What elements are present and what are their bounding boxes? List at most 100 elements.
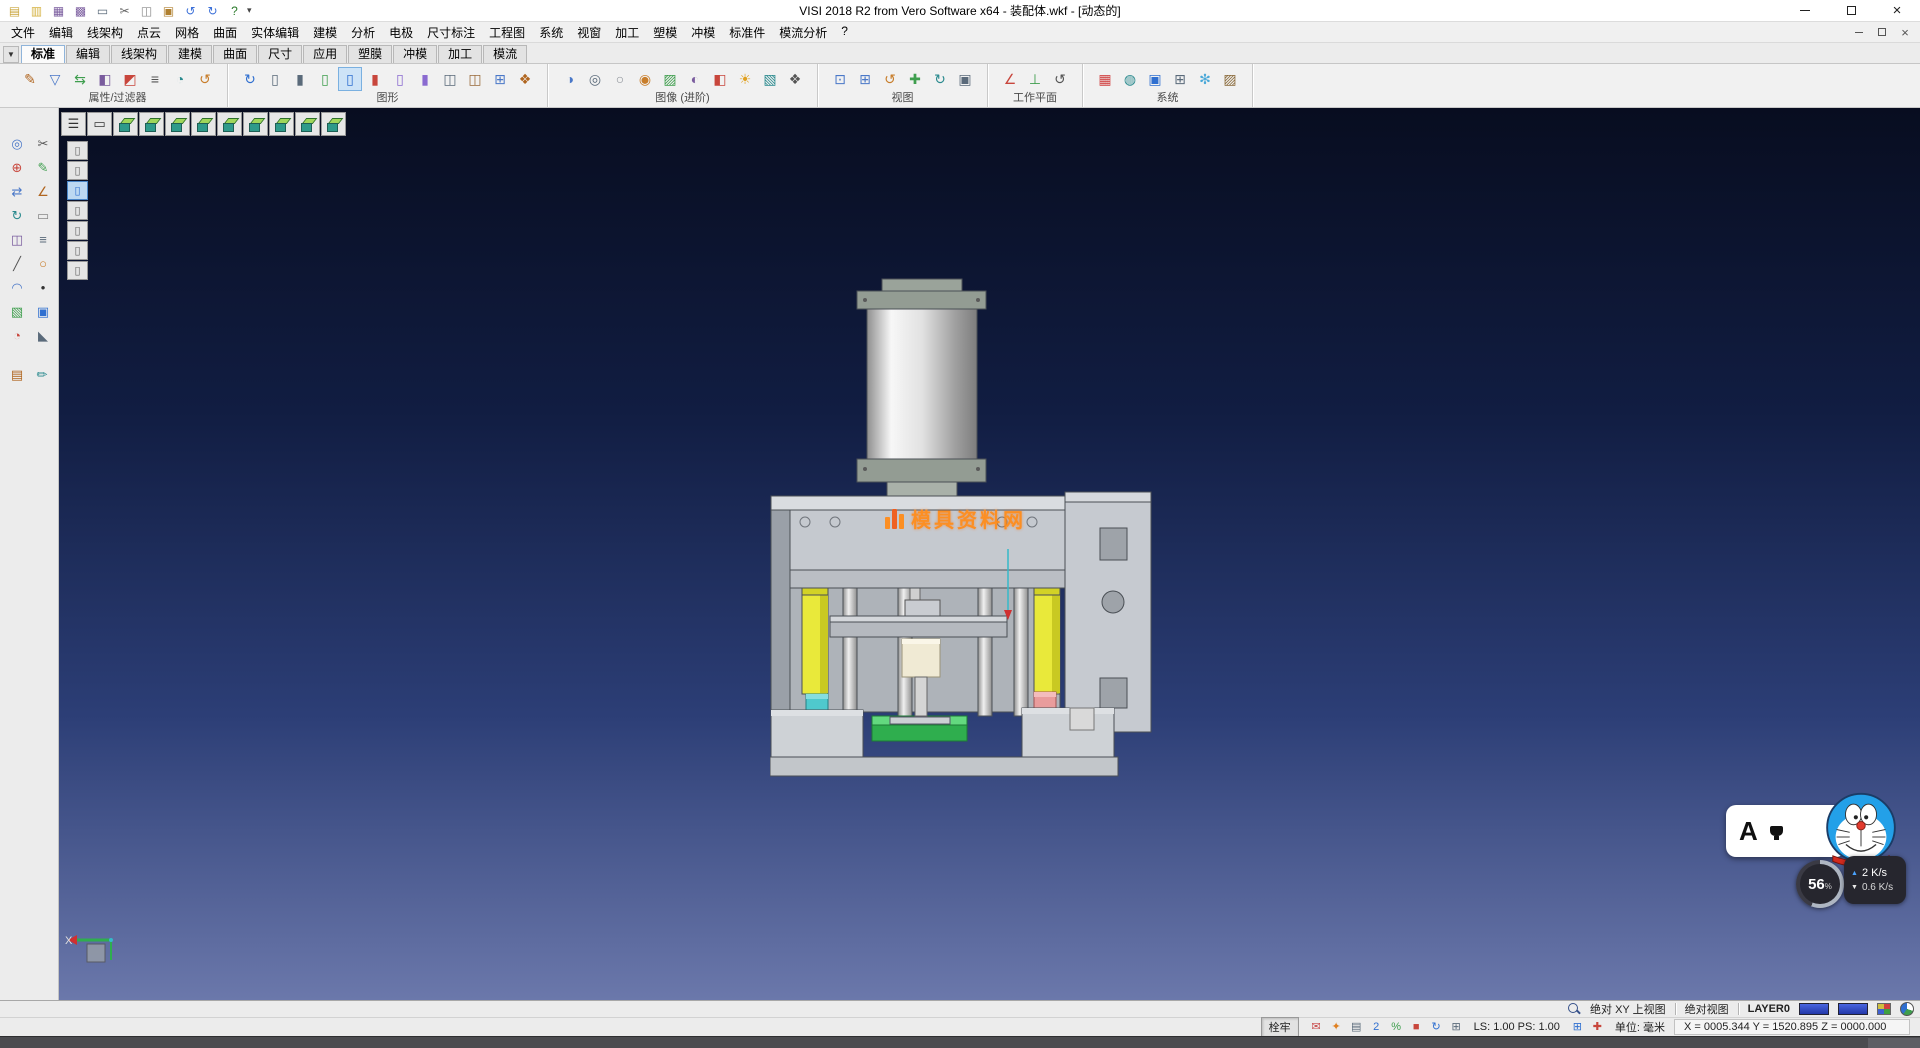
layer-manager-icon[interactable]: ◧ <box>93 67 117 91</box>
blank-entity-icon[interactable]: ▯ <box>388 67 412 91</box>
layer-panel-icon[interactable]: ▤ <box>5 363 29 386</box>
isolate-entity-icon[interactable]: ▯ <box>338 67 362 91</box>
side-tool-icon[interactable]: ▯ <box>67 261 88 280</box>
view-orientation-label[interactable]: 绝对 XY 上视图 <box>1590 1001 1666 1017</box>
undo-icon[interactable]: ↺ <box>181 2 200 20</box>
iso-back-view-icon[interactable] <box>139 112 164 136</box>
mirror-icon[interactable]: ◫ <box>5 228 29 251</box>
zoom-window-icon[interactable]: ⊞ <box>853 67 877 91</box>
rotate-view-icon[interactable]: ↻ <box>928 67 952 91</box>
reset-filter-icon[interactable]: ↺ <box>193 67 217 91</box>
move-icon[interactable]: ⇄ <box>5 180 29 203</box>
hidden-line-mode-icon[interactable]: ○ <box>608 67 632 91</box>
layer-color-swatch[interactable] <box>1799 1003 1829 1015</box>
monitor-icon[interactable]: ▣ <box>1143 67 1167 91</box>
help-icon[interactable]: ? <box>225 2 244 20</box>
erase-icon[interactable]: ▭ <box>31 204 55 227</box>
sync-icon[interactable]: ↻ <box>1428 1019 1445 1035</box>
side-tool-icon[interactable]: ▯ <box>67 141 88 160</box>
side-tool-icon[interactable]: ▯ <box>67 201 88 220</box>
linetype-icon[interactable]: ≡ <box>143 67 167 91</box>
arc-icon[interactable]: ◠ <box>5 276 29 299</box>
percent-icon[interactable]: % <box>1388 1019 1405 1035</box>
close-button[interactable]: × <box>1874 0 1920 21</box>
trim-icon[interactable]: ✂ <box>31 132 55 155</box>
surface-icon[interactable]: ▧ <box>5 300 29 323</box>
color-mode-icon[interactable] <box>1877 1003 1891 1015</box>
search-icon[interactable] <box>1567 1002 1581 1016</box>
fillet-icon[interactable]: ◔ <box>5 324 29 347</box>
line-icon[interactable]: ╱ <box>5 252 29 275</box>
display-settings-icon[interactable]: ❖ <box>513 67 537 91</box>
zoom-icon[interactable]: ◎ <box>5 132 29 155</box>
print-icon[interactable]: ▭ <box>93 2 112 20</box>
texture-mode-icon[interactable]: ▨ <box>658 67 682 91</box>
grid-icon[interactable]: ⊞ <box>1569 1019 1586 1035</box>
new-file-icon[interactable]: ▤ <box>5 2 24 20</box>
globe-icon[interactable]: ◍ <box>1118 67 1142 91</box>
axis-toggle-icon[interactable]: ✚ <box>1589 1019 1606 1035</box>
zoom-fit-icon[interactable]: ⊡ <box>828 67 852 91</box>
grid-toggle-icon[interactable]: ⊞ <box>1448 1019 1465 1035</box>
zoom-previous-icon[interactable]: ↺ <box>878 67 902 91</box>
show-all-icon[interactable]: ▯ <box>263 67 287 91</box>
redo-icon[interactable]: ↻ <box>203 2 222 20</box>
open-file-icon[interactable]: ▥ <box>27 2 46 20</box>
pan-icon[interactable]: ✚ <box>903 67 927 91</box>
back-view-icon[interactable] <box>243 112 268 136</box>
wireframe-mode-icon[interactable]: ◎ <box>583 67 607 91</box>
copy-icon[interactable]: ◫ <box>137 2 156 20</box>
percent-gauge[interactable]: 56 % <box>1796 860 1844 908</box>
active-layer-label[interactable]: LAYER0 <box>1748 1003 1790 1015</box>
help-badge-icon[interactable]: 2 <box>1368 1019 1385 1035</box>
doc-close-button[interactable]: × <box>1895 24 1915 40</box>
annotate-icon[interactable]: ✏ <box>30 363 54 386</box>
viewport-single-icon[interactable]: ▭ <box>87 112 112 136</box>
view-options-icon[interactable]: ▣ <box>953 67 977 91</box>
doc-minimize-button[interactable] <box>1849 24 1869 40</box>
grid-settings-icon[interactable]: ⊞ <box>1168 67 1192 91</box>
match-properties-icon[interactable]: ⇆ <box>68 67 92 91</box>
workplane-align-icon[interactable]: ∠ <box>998 67 1022 91</box>
section-view-icon[interactable]: ◧ <box>708 67 732 91</box>
rotate-icon[interactable]: ↻ <box>5 204 29 227</box>
right-view-icon[interactable] <box>295 112 320 136</box>
3d-viewport[interactable]: ☰▭ ▯▯▯▯▯▯▯ <box>59 108 1920 1000</box>
quick-access-dropdown-icon[interactable]: ▾ <box>247 5 252 16</box>
circle-icon[interactable]: ○ <box>31 252 55 275</box>
side-tool-icon[interactable]: ▯ <box>67 181 88 200</box>
solid-icon[interactable]: ▣ <box>31 300 55 323</box>
hide-by-layer-icon[interactable]: ◫ <box>463 67 487 91</box>
snap-point-icon[interactable]: ⊕ <box>5 156 29 179</box>
draft-analysis-icon[interactable]: ▨ <box>1218 67 1242 91</box>
minimize-button[interactable] <box>1782 0 1828 21</box>
cut-icon[interactable]: ✂ <box>115 2 134 20</box>
shaded-mode-icon[interactable]: ◑ <box>558 67 582 91</box>
render-mode-icon[interactable]: ◉ <box>633 67 657 91</box>
color-picker-icon[interactable]: ◩ <box>118 67 142 91</box>
flame-icon[interactable]: ✦ <box>1328 1019 1345 1035</box>
maximize-button[interactable] <box>1828 0 1874 21</box>
sketch-icon[interactable]: ✎ <box>31 156 55 179</box>
axonometric-view-icon[interactable] <box>321 112 346 136</box>
hide-entity-icon[interactable]: ▮ <box>363 67 387 91</box>
side-tool-icon[interactable]: ▯ <box>67 241 88 260</box>
workplane-reset-icon[interactable]: ↺ <box>1048 67 1072 91</box>
doc-restore-button[interactable] <box>1872 24 1892 40</box>
chamfer-icon[interactable]: ◣ <box>31 324 55 347</box>
attribute-paint-icon[interactable]: ✎ <box>18 67 42 91</box>
show-entity-icon[interactable]: ▯ <box>313 67 337 91</box>
point-icon[interactable]: • <box>31 276 55 299</box>
snap-icon[interactable]: ✻ <box>1193 67 1217 91</box>
net-speed-panel[interactable]: ▲ 2 K/s ▼ 0.6 K/s <box>1844 856 1906 904</box>
mail-icon[interactable]: ✉ <box>1308 1019 1325 1035</box>
printer-icon[interactable]: ▤ <box>1348 1019 1365 1035</box>
hide-all-icon[interactable]: ▮ <box>288 67 312 91</box>
lighting-icon[interactable]: ☀ <box>733 67 757 91</box>
background-icon[interactable]: ▧ <box>758 67 782 91</box>
paste-icon[interactable]: ▣ <box>159 2 178 20</box>
side-tool-icon[interactable]: ▯ <box>67 161 88 180</box>
view-menu-icon[interactable]: ☰ <box>61 112 86 136</box>
workplane-3point-icon[interactable]: ⊥ <box>1023 67 1047 91</box>
measure-icon[interactable]: ∠ <box>31 180 55 203</box>
